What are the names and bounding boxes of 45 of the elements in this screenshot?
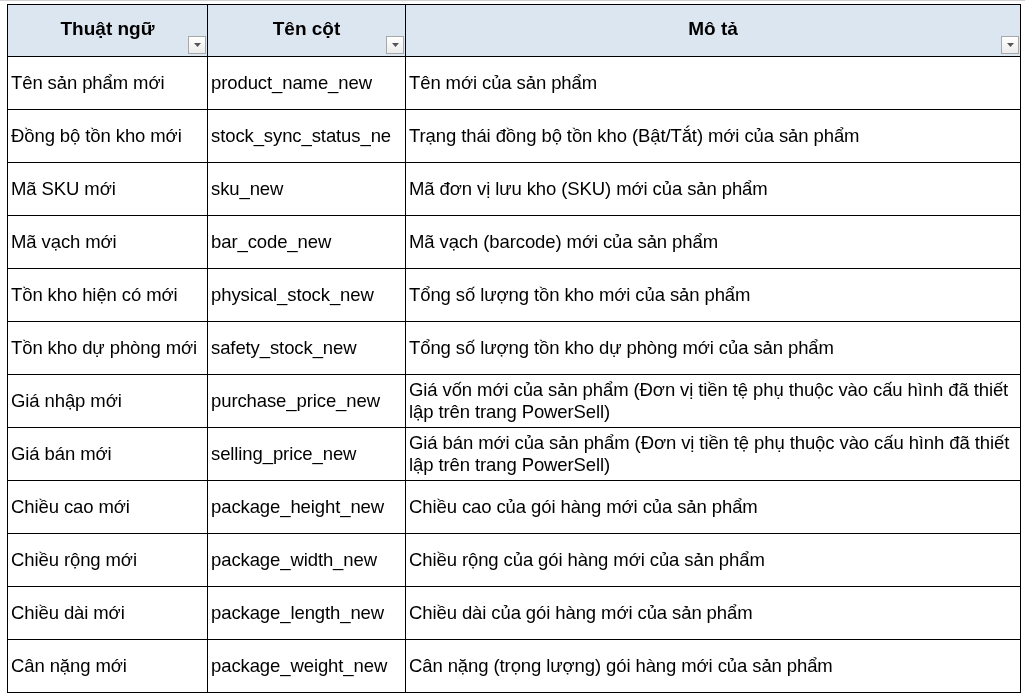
table-cell: Giá vốn mới của sản phẩm (Đơn vị tiền tệ phụ thuộc vào cấu hình đã thiết lập trên trang PowerSell) bbox=[406, 375, 1021, 428]
table-cell: sku_new bbox=[208, 163, 406, 216]
table-cell: Giá bán mới của sản phẩm (Đơn vị tiền tệ phụ thuộc vào cấu hình đã thiết lập trên trang PowerSell) bbox=[406, 428, 1021, 481]
caret-icon bbox=[193, 43, 201, 47]
table-cell: Chiều dài mới bbox=[8, 587, 208, 640]
column-header-label: Mô tả bbox=[688, 17, 738, 40]
table-cell: Cân nặng (trọng lượng) gói hàng mới của sản phẩm bbox=[406, 640, 1021, 693]
table-cell: Cân nặng mới bbox=[8, 640, 208, 693]
table-cell: package_width_new bbox=[208, 534, 406, 587]
table-cell: Chiều rộng mới bbox=[8, 534, 208, 587]
table-cell: Mã SKU mới bbox=[8, 163, 208, 216]
table-cell: Mã vạch (barcode) mới của sản phẩm bbox=[406, 216, 1021, 269]
table-cell: Tồn kho dự phòng mới bbox=[8, 322, 208, 375]
table-cell: Chiều rộng của gói hàng mới của sản phẩm bbox=[406, 534, 1021, 587]
table-cell: Mã đơn vị lưu kho (SKU) mới của sản phẩm bbox=[406, 163, 1021, 216]
table-cell: Tổng số lượng tồn kho dự phòng mới của sản phẩm bbox=[406, 322, 1021, 375]
caret-icon bbox=[1006, 43, 1014, 47]
table-cell: Tồn kho hiện có mới bbox=[8, 269, 208, 322]
table-cell: package_weight_new bbox=[208, 640, 406, 693]
table-cell: product_name_new bbox=[208, 57, 406, 110]
table-cell: physical_stock_new bbox=[208, 269, 406, 322]
filter-dropdown-button[interactable] bbox=[386, 36, 404, 54]
table-cell: purchase_price_new bbox=[208, 375, 406, 428]
table-cell: package_height_new bbox=[208, 481, 406, 534]
table-cell: Tên mới của sản phẩm bbox=[406, 57, 1021, 110]
table-cell: stock_sync_status_ne bbox=[208, 110, 406, 163]
table-cell: safety_stock_new bbox=[208, 322, 406, 375]
table-cell: Đồng bộ tồn kho mới bbox=[8, 110, 208, 163]
table-cell: selling_price_new bbox=[208, 428, 406, 481]
column-header-label: Tên cột bbox=[272, 17, 341, 40]
table-cell: Tên sản phẩm mới bbox=[8, 57, 208, 110]
table-cell: Chiều cao mới bbox=[8, 481, 208, 534]
table-cell: bar_code_new bbox=[208, 216, 406, 269]
filter-dropdown-button[interactable] bbox=[1001, 36, 1019, 54]
table-cell: Tổng số lượng tồn kho mới của sản phẩm bbox=[406, 269, 1021, 322]
table-cell: Giá bán mới bbox=[8, 428, 208, 481]
table-cell: Chiều dài của gói hàng mới của sản phẩm bbox=[406, 587, 1021, 640]
column-header-label: Thuật ngữ bbox=[60, 17, 155, 40]
table-cell: Trạng thái đồng bộ tồn kho (Bật/Tắt) mới của sản phẩm bbox=[406, 110, 1021, 163]
caret-icon bbox=[391, 43, 399, 47]
table-cell: package_length_new bbox=[208, 587, 406, 640]
filter-dropdown-button[interactable] bbox=[188, 36, 206, 54]
table-cell: Mã vạch mới bbox=[8, 216, 208, 269]
table-cell: Chiều cao của gói hàng mới của sản phẩm bbox=[406, 481, 1021, 534]
table-cell: Giá nhập mới bbox=[8, 375, 208, 428]
